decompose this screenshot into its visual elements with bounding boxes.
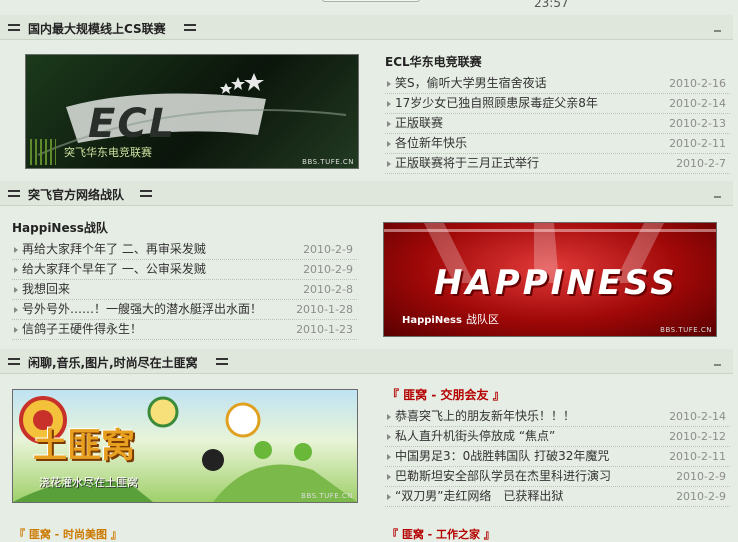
team-news-list: 再给大家拜个年了 二、再审采发贼 2010-2-9 给大家拜个早年了 一、公审采发… bbox=[12, 240, 357, 340]
top-bar: 23:57 bbox=[0, 0, 738, 12]
minimize-icon[interactable] bbox=[714, 196, 721, 198]
section-header-team: 突飞官方网络战队 bbox=[0, 181, 733, 206]
list-item[interactable]: 正版联赛将于三月正式举行 2010-2-7 bbox=[385, 154, 730, 174]
minimize-icon[interactable] bbox=[714, 364, 721, 366]
tufeiwo-banner[interactable]: 土匪窝 浇花灌水尽在土匪窝 BBS.TUFE.CN bbox=[12, 389, 358, 503]
list-item[interactable]: 笑S，偷听大学男生宿舍夜话 2010-2-16 bbox=[385, 74, 730, 94]
list-item[interactable]: 各位新年快乐 2010-2-11 bbox=[385, 134, 730, 154]
bars-icon bbox=[8, 24, 20, 31]
top-button[interactable] bbox=[322, 0, 420, 2]
banner-logo-text: ECL bbox=[88, 101, 177, 147]
clock-text: 23:57 bbox=[534, 0, 569, 10]
list-title-happiness[interactable]: HappiNess战队 bbox=[12, 219, 108, 236]
banner-caption: 战队区 bbox=[466, 313, 499, 326]
ecl-banner[interactable]: ECL 突飞华东电竞联赛 BBS.TUFE.CN bbox=[25, 54, 359, 169]
list-item[interactable]: 中国男足3：0战胜韩国队 打破32年魔咒 2010-2-11 bbox=[385, 447, 730, 467]
bottom-heading-left[interactable]: 『 匪窝 - 时尚美图 』 bbox=[14, 526, 122, 542]
bars-icon bbox=[8, 190, 20, 197]
deco-lines bbox=[30, 139, 56, 165]
banner-watermark: BBS.TUFE.CN bbox=[660, 326, 712, 334]
banner-logo-text: 土匪窝 bbox=[33, 426, 135, 466]
banner-caption: 浇花灌水尽在土匪窝 bbox=[39, 476, 138, 489]
list-title-ecl[interactable]: ECL华东电竞联赛 bbox=[385, 53, 482, 70]
bars-icon bbox=[216, 358, 228, 365]
bottom-heading-right[interactable]: 『 匪窝 - 工作之家 』 bbox=[387, 526, 495, 542]
section-title: 国内最大规模线上CS联赛 bbox=[28, 22, 166, 36]
list-item[interactable]: 私人直升机街头停放成 “焦点” 2010-2-12 bbox=[385, 427, 730, 447]
minimize-icon[interactable] bbox=[714, 30, 721, 32]
list-item[interactable]: 号外号外……！一艘强大的潜水艇浮出水面！ 2010-1-28 bbox=[12, 300, 357, 320]
banner-caption: 突飞华东电竞联赛 bbox=[64, 146, 152, 159]
ecl-news-list: 笑S，偷听大学男生宿舍夜话 2010-2-16 17岁少女已独自照顾患尿毒症父亲8… bbox=[385, 74, 730, 174]
banner-watermark: BBS.TUFE.CN bbox=[302, 158, 354, 166]
section-title: 突飞官方网络战队 bbox=[28, 188, 125, 202]
banner-watermark: BBS.TUFE.CN bbox=[301, 492, 353, 500]
section-header-chat: 闲聊,音乐,图片,时尚尽在土匪窝 bbox=[0, 349, 733, 374]
list-item[interactable]: 巴勒斯坦安全部队学员在杰里科进行演习 2010-2-9 bbox=[385, 467, 730, 487]
tufeiwo-news-list: 恭喜突飞上的朋友新年快乐！！！ 2010-2-14 私人直升机街头停放成 “焦点”… bbox=[385, 407, 730, 507]
section-title: 闲聊,音乐,图片,时尚尽在土匪窝 bbox=[28, 356, 198, 370]
section-header-cs-league: 国内最大规模线上CS联赛 bbox=[0, 15, 733, 40]
happiness-banner[interactable]: HAPPINESS HappiNess 战队区 BBS.TUFE.CN bbox=[383, 222, 717, 337]
banner-logo-text: HAPPINESS bbox=[434, 263, 678, 303]
list-item[interactable]: 给大家拜个早年了 一、公审采发贼 2010-2-9 bbox=[12, 260, 357, 280]
list-item[interactable]: 我想回来 2010-2-8 bbox=[12, 280, 357, 300]
list-item[interactable]: 再给大家拜个年了 二、再审采发贼 2010-2-9 bbox=[12, 240, 357, 260]
list-item[interactable]: 信鸽子王硬件得永生！ 2010-1-23 bbox=[12, 320, 357, 340]
list-item[interactable]: 恭喜突飞上的朋友新年快乐！！！ 2010-2-14 bbox=[385, 407, 730, 427]
bars-icon bbox=[184, 24, 196, 31]
bars-icon bbox=[8, 358, 20, 365]
list-item[interactable]: 正版联赛 2010-2-13 bbox=[385, 114, 730, 134]
list-item[interactable]: “双刀男”走红网络 已获释出狱 2010-2-9 bbox=[385, 487, 730, 507]
list-item[interactable]: 17岁少女已独自照顾患尿毒症父亲8年 2010-2-14 bbox=[385, 94, 730, 114]
banner-caption-prefix: HappiNess bbox=[402, 315, 462, 326]
bars-icon bbox=[140, 190, 152, 197]
list-title-tufeiwo[interactable]: 『 匪窝 - 交朋会友 』 bbox=[387, 386, 505, 403]
